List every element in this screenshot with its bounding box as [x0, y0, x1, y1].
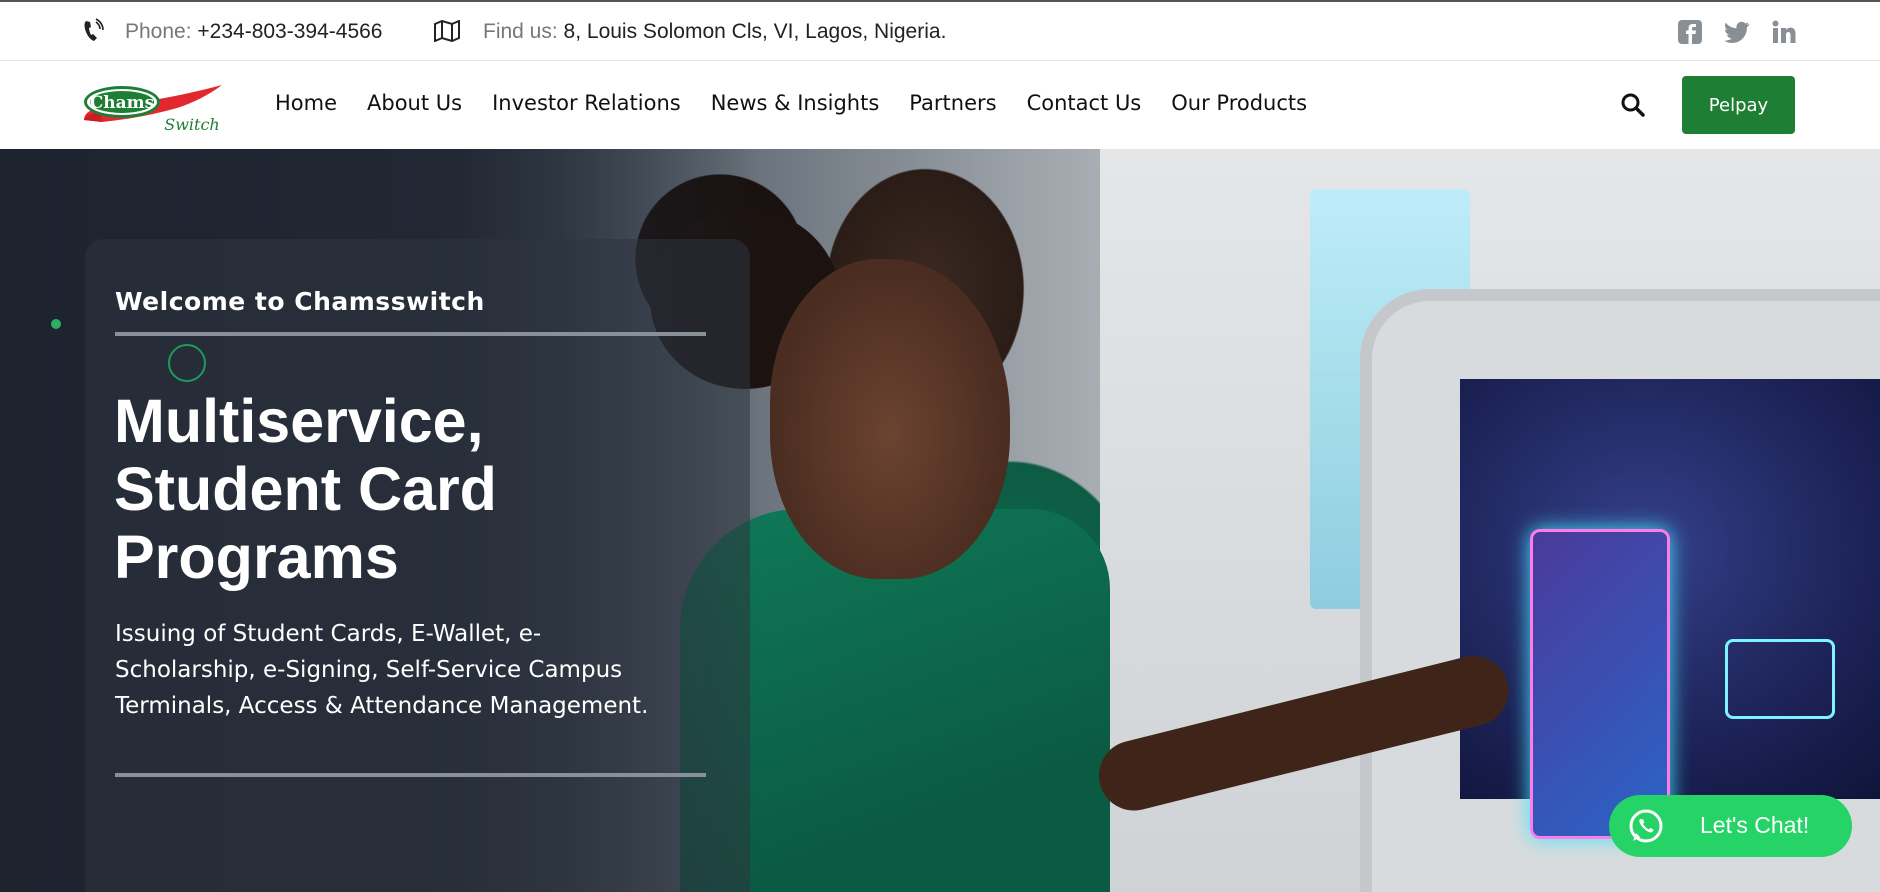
- pelpay-button[interactable]: Pelpay: [1682, 76, 1795, 134]
- search-icon[interactable]: [1620, 92, 1646, 118]
- id-card-graphic: [1725, 639, 1835, 719]
- location-address: 8, Louis Solomon Cls, VI, Lagos, Nigeria…: [563, 20, 947, 43]
- decor-ring: [168, 344, 206, 382]
- phone-number[interactable]: +234-803-394-4566: [197, 20, 382, 43]
- nav-our-products[interactable]: Our Products: [1171, 91, 1307, 115]
- main-navbar: Chams Switch Home About Us Investor Rela…: [0, 61, 1880, 149]
- logo-switch-text: Switch: [164, 115, 219, 132]
- nav-home[interactable]: Home: [275, 91, 337, 115]
- location-contact: Find us: 8, Louis Solomon Cls, VI, Lagos…: [483, 20, 946, 44]
- nav-investor-relations[interactable]: Investor Relations: [492, 91, 681, 115]
- hero-headline: Multiservice, Student Card Programs: [114, 387, 674, 591]
- nav-partners[interactable]: Partners: [909, 91, 996, 115]
- hero-headline-line3: Programs: [114, 523, 399, 591]
- phone-icon: [84, 18, 104, 41]
- nav-about-us[interactable]: About Us: [367, 91, 462, 115]
- hero-kiosk-screen: [1460, 379, 1880, 799]
- hero-headline-line1: Multiservice,: [114, 387, 484, 455]
- hero-person-face: [770, 259, 1010, 579]
- nav-news-insights[interactable]: News & Insights: [711, 91, 880, 115]
- whatsapp-icon: [1629, 809, 1663, 843]
- nav-contact-us[interactable]: Contact Us: [1027, 91, 1142, 115]
- facebook-icon[interactable]: [1677, 19, 1703, 45]
- nav-menu: Home About Us Investor Relations News & …: [275, 91, 1337, 115]
- location-label: Find us:: [483, 20, 558, 43]
- hero-headline-line2: Student Card: [114, 455, 497, 523]
- linkedin-icon[interactable]: [1771, 19, 1797, 45]
- hero-banner: Welcome to Chamsswitch Multiservice, Stu…: [0, 149, 1880, 892]
- phone-label: Phone:: [125, 20, 192, 43]
- hero-description: Issuing of Student Cards, E-Wallet, e-Sc…: [115, 621, 649, 719]
- chamsswitch-logo[interactable]: Chams Switch: [82, 80, 224, 132]
- decor-dot: [51, 319, 61, 329]
- whatsapp-chat-button[interactable]: Let's Chat!: [1609, 795, 1852, 857]
- phone-contact[interactable]: Phone: +234-803-394-4566: [125, 20, 382, 44]
- map-icon: [434, 20, 460, 42]
- hero-bottom-rule: [115, 773, 706, 777]
- top-contact-bar: Phone: +234-803-394-4566 Find us: 8, Lou…: [0, 0, 1880, 61]
- hero-top-rule: [115, 332, 706, 336]
- hero-welcome-text: Welcome to Chamsswitch: [115, 287, 485, 316]
- twitter-icon[interactable]: [1724, 19, 1750, 45]
- chat-button-label: Let's Chat!: [1700, 812, 1810, 838]
- logo-chams-text: Chams: [90, 93, 154, 113]
- fingerprint-graphic: [1530, 529, 1670, 839]
